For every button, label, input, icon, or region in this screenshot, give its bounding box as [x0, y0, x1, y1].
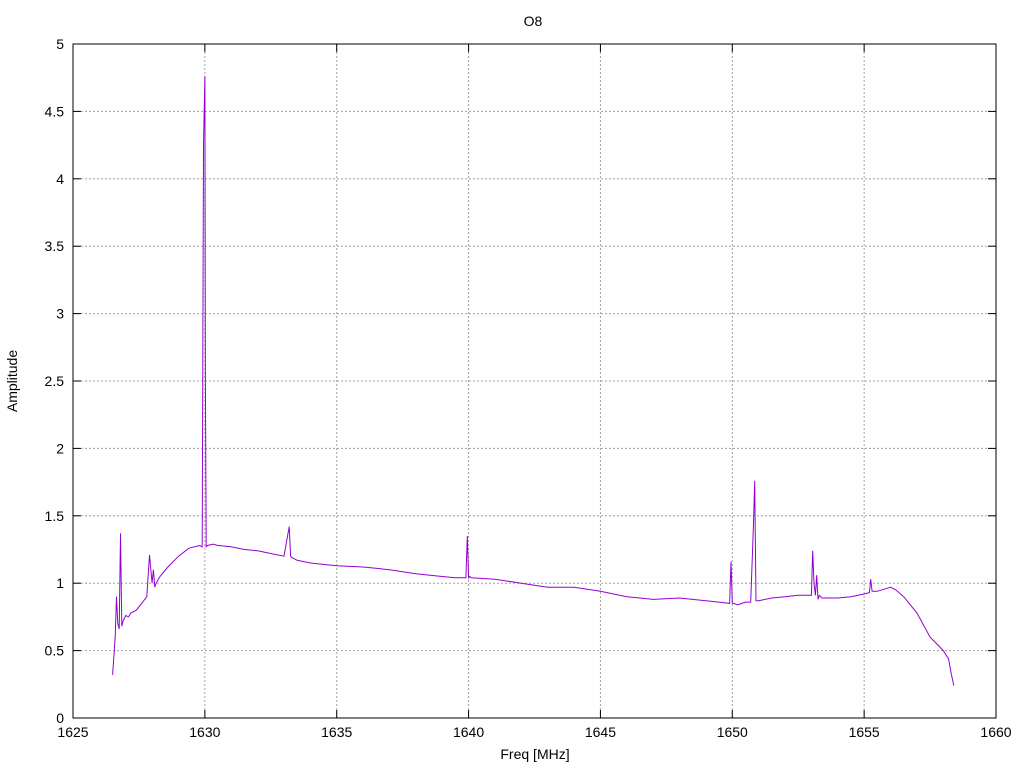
y-tick-label: 0.5 — [45, 643, 65, 659]
y-tick-label: 2 — [56, 440, 64, 456]
x-tick-label: 1645 — [585, 724, 616, 740]
x-tick-label: 1635 — [321, 724, 352, 740]
y-axis-label: Amplitude — [4, 350, 20, 412]
x-tick-labels: 1625 1630 1635 1640 1645 1650 1655 1660 — [57, 724, 1011, 740]
chart-title: O8 — [524, 13, 543, 29]
x-tick-label: 1630 — [189, 724, 220, 740]
x-tick-label: 1655 — [849, 724, 880, 740]
y-tick-label: 4 — [56, 171, 64, 187]
y-tick-label: 3.5 — [45, 238, 65, 254]
line-chart: 1625 1630 1635 1640 1645 1650 1655 1660 0 0.5 1 1.… — [4, 13, 1012, 762]
grid-lines — [73, 44, 996, 718]
y-tick-label: 4.5 — [45, 103, 65, 119]
x-tick-label: 1640 — [453, 724, 484, 740]
y-tick-label: 0 — [56, 710, 64, 726]
y-tick-label: 5 — [56, 36, 64, 52]
y-tick-label: 1 — [56, 575, 64, 591]
y-tick-label: 3 — [56, 306, 64, 322]
y-tick-label: 2.5 — [45, 373, 65, 389]
y-tick-label: 1.5 — [45, 508, 65, 524]
y-tick-labels: 0 0.5 1 1.5 2 2.5 3 3.5 4 4.5 5 — [45, 36, 65, 726]
x-tick-label: 1650 — [717, 724, 748, 740]
x-tick-label: 1660 — [980, 724, 1011, 740]
x-axis-label: Freq [MHz] — [500, 746, 569, 762]
x-tick-label: 1625 — [57, 724, 88, 740]
